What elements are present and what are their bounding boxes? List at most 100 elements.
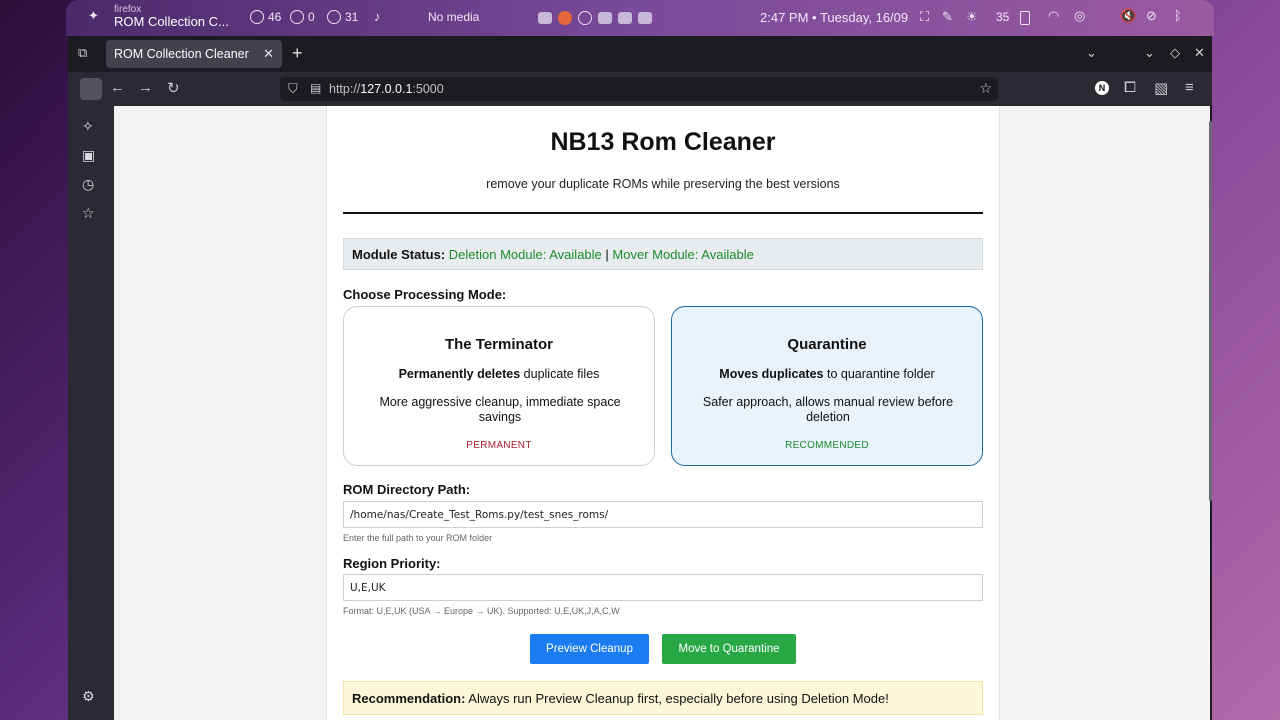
url-prefix: http://	[329, 82, 361, 96]
mode-summary: Moves duplicates to quarantine folder	[672, 367, 982, 381]
mode-summary-rest: to quarantine folder	[823, 367, 935, 381]
bookmarks-icon[interactable]: ☆	[82, 205, 95, 222]
rom-directory-input[interactable]: /home/nas/Create_Test_Roms.py/test_snes_…	[343, 501, 983, 528]
launcher-icon[interactable]: ✦	[88, 8, 99, 24]
sidebar-toggle-icon[interactable]	[80, 78, 102, 100]
cpu-icon	[250, 10, 264, 24]
active-window-indicator: firefox ROM Collection C...	[114, 5, 229, 29]
workspace-indicator-b[interactable]: 0	[290, 10, 315, 24]
navigation-toolbar: ← → ↻ ⛉ ▤ http://127.0.0.1:5000 ☆ N ⧠ ▧ …	[68, 72, 1212, 106]
browser-window: ⧉ ROM Collection Cleaner ✕ + ⌄ ⌄ ◇ ✕ ← →…	[68, 36, 1212, 720]
save-icon[interactable]: ▣	[82, 147, 95, 164]
mode-description: More aggressive cleanup, immediate space…	[379, 395, 621, 424]
memory-value: 31	[345, 10, 359, 24]
url-bar[interactable]: ⛉ ▤ http://127.0.0.1:5000 ☆	[280, 77, 998, 101]
firefox-tray-icon[interactable]	[558, 11, 572, 25]
account-avatar-icon[interactable]: N	[1095, 81, 1109, 95]
aperture-icon[interactable]: ◎	[1074, 8, 1085, 24]
mode-title: Quarantine	[787, 336, 867, 353]
clock[interactable]: 2:47 PM • Tuesday, 16/09	[760, 10, 908, 25]
shield-icon[interactable]: ⛉	[288, 81, 298, 97]
battery-icon[interactable]	[1020, 11, 1030, 25]
page-scrollbar[interactable]	[1209, 121, 1212, 501]
media-status: No media	[428, 10, 480, 24]
mode-summary-bold: Moves duplicates	[719, 367, 824, 381]
tray-apps	[538, 11, 652, 25]
header-divider	[343, 212, 983, 214]
maximize-window-icon[interactable]: ◇	[1170, 45, 1180, 61]
page-title: NB13 Rom Cleaner	[550, 128, 776, 156]
editor-tray-icon[interactable]	[618, 12, 632, 24]
mode-tag-permanent: PERMANENT	[466, 440, 532, 451]
close-window-icon[interactable]: ✕	[1194, 45, 1205, 61]
brightness-icon[interactable]: ☀	[966, 9, 978, 25]
steam-tray-icon[interactable]	[578, 11, 592, 25]
tab-rom-cleaner[interactable]: ROM Collection Cleaner ✕	[106, 40, 282, 68]
workspace-indicator-c[interactable]: 31	[327, 10, 358, 24]
main-card: NB13 Rom Cleaner remove your duplicate R…	[326, 106, 1000, 720]
region-priority-hint: Format: U,E,UK (USA → Europe → UK). Supp…	[343, 606, 620, 616]
files-tray-icon[interactable]	[598, 12, 612, 24]
screenshot-icon[interactable]: ⛶	[920, 9, 929, 25]
terminal-tray-icon[interactable]	[538, 12, 552, 24]
page-info-icon[interactable]: ▤	[310, 81, 321, 95]
bookmark-star-icon[interactable]: ☆	[979, 80, 992, 97]
workspace-indicator-a[interactable]: 46	[250, 10, 281, 24]
deletion-module-status: Deletion Module: Available	[448, 247, 602, 262]
forward-icon[interactable]: →	[138, 79, 153, 96]
tab-strip: ⧉ ROM Collection Cleaner ✕ + ⌄ ⌄ ◇ ✕	[68, 36, 1212, 72]
memory-icon	[327, 10, 341, 24]
sync-icon	[290, 10, 304, 24]
mode-tag-recommended: RECOMMENDED	[785, 440, 869, 451]
mode-title: The Terminator	[444, 336, 554, 353]
mode-summary-bold: Permanently deletes	[398, 367, 521, 381]
url-text[interactable]: http://127.0.0.1:5000	[329, 82, 444, 96]
module-status-bar: Module Status: Deletion Module: Availabl…	[343, 238, 983, 270]
mover-module-status: Mover Module: Available	[612, 247, 754, 262]
sync-value: 0	[308, 10, 315, 24]
cpu-value: 46	[268, 10, 282, 24]
history-icon[interactable]: ◷	[82, 176, 94, 193]
new-tab-icon[interactable]: +	[292, 43, 303, 64]
reload-icon[interactable]: ↻	[167, 79, 180, 97]
extensions-icon[interactable]: ⧠	[1124, 79, 1136, 96]
back-icon[interactable]: ←	[110, 79, 125, 96]
bluetooth-icon[interactable]: ᛒ	[1174, 8, 1182, 23]
rom-directory-label: ROM Directory Path:	[343, 482, 471, 497]
notes-tray-icon[interactable]	[638, 12, 652, 24]
mute-icon[interactable]: 🔇	[1120, 8, 1136, 24]
status-separator: |	[605, 247, 609, 262]
wifi-off-icon[interactable]: ⊘	[1146, 8, 1157, 24]
mode-summary: Permanently deletes duplicate files	[344, 367, 654, 381]
move-to-quarantine-button[interactable]: Move to Quarantine	[662, 634, 796, 664]
url-port: :5000	[412, 82, 444, 96]
module-status-label: Module Status:	[352, 247, 446, 262]
preview-cleanup-button[interactable]: Preview Cleanup	[530, 634, 649, 664]
arc-icon[interactable]: ◠	[1048, 8, 1059, 24]
mode-label: Choose Processing Mode:	[343, 287, 507, 302]
region-priority-label: Region Priority:	[343, 556, 441, 571]
region-priority-input[interactable]: U,E,UK	[343, 574, 983, 601]
mode-card-terminator[interactable]: The Terminator Permanently deletes dupli…	[343, 306, 655, 466]
settings-gear-icon[interactable]: ⚙	[82, 688, 95, 705]
mode-card-quarantine[interactable]: Quarantine Moves duplicates to quarantin…	[671, 306, 983, 466]
minimize-window-icon[interactable]: ⌄	[1144, 45, 1155, 61]
active-window-title: ROM Collection C...	[114, 14, 229, 29]
music-note-icon[interactable]: ♪	[374, 9, 381, 24]
rom-directory-hint: Enter the full path to your ROM folder	[343, 533, 493, 543]
browser-sidebar: ✧ ▣ ◷ ☆ ⚙	[68, 106, 114, 720]
screenshot-tool-icon[interactable]: ▧	[1154, 79, 1168, 97]
close-tab-icon[interactable]: ✕	[263, 46, 274, 62]
mode-summary-rest: duplicate files	[520, 367, 600, 381]
color-picker-icon[interactable]: ✎	[942, 9, 953, 25]
menu-icon[interactable]: ≡	[1185, 79, 1194, 96]
desktop-top-bar: ✦ firefox ROM Collection C... 46 0 31 ♪ …	[66, 0, 1214, 36]
ai-chat-icon[interactable]: ✧	[82, 118, 94, 135]
brightness-value: 35	[996, 10, 1010, 24]
tab-title: ROM Collection Cleaner	[114, 47, 249, 61]
tab-overview-icon[interactable]: ⧉	[78, 45, 87, 61]
list-tabs-icon[interactable]: ⌄	[1086, 45, 1097, 61]
recommendation-banner: Recommendation: Always run Preview Clean…	[343, 681, 983, 715]
page-viewport: NB13 Rom Cleaner remove your duplicate R…	[114, 106, 1210, 720]
page-subtitle: remove your duplicate ROMs while preserv…	[486, 177, 840, 191]
